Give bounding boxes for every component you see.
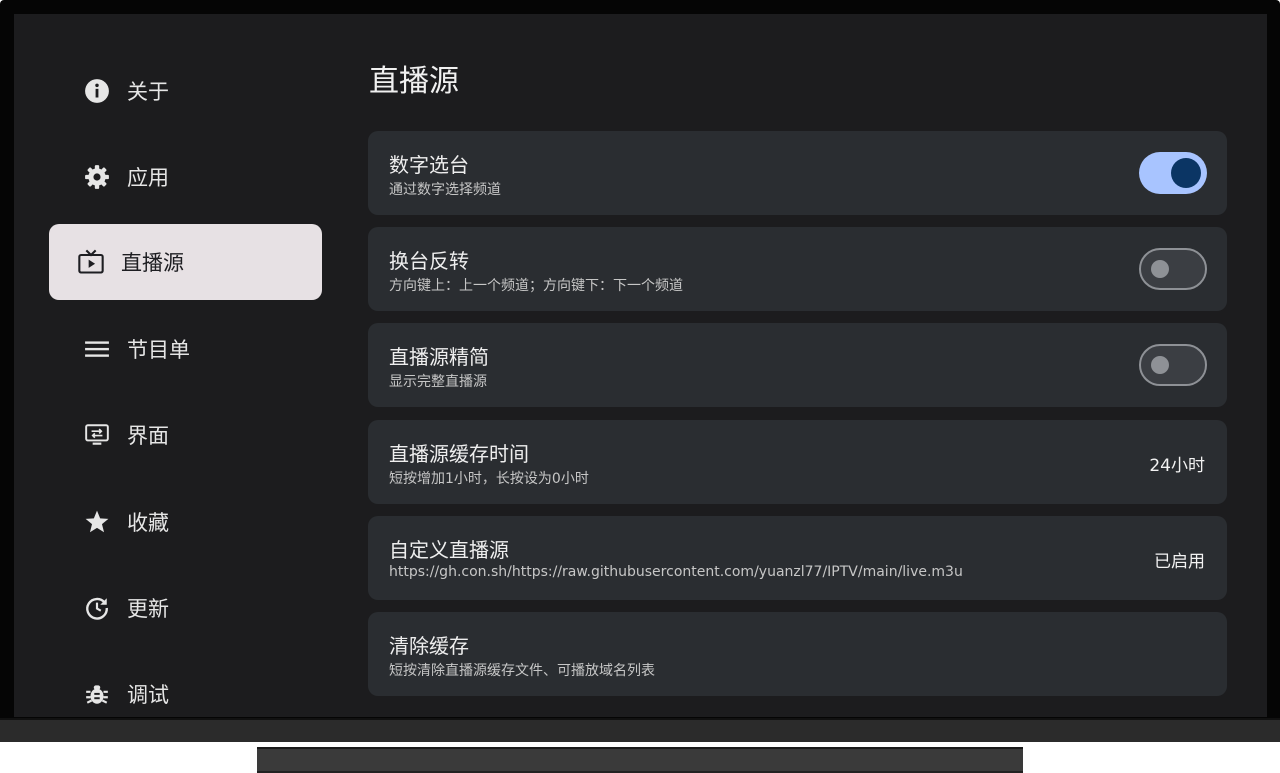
sidebar-item-update[interactable]: 更新 (49, 570, 322, 646)
toggle-knob (1171, 158, 1201, 188)
setting-clear-cache[interactable]: 清除缓存 短按清除直播源缓存文件、可播放域名列表 (368, 612, 1227, 696)
setting-custom-source[interactable]: 自定义直播源 https://gh.con.sh/https://raw.git… (368, 516, 1227, 600)
setting-source-simplify[interactable]: 直播源精简 显示完整直播源 (368, 323, 1227, 407)
setting-description: 短按增加1小时，长按设为0小时 (389, 471, 589, 487)
sidebar-item-live-source[interactable]: 直播源 (49, 224, 322, 300)
toggle-knob (1151, 356, 1169, 374)
setting-digit-select[interactable]: 数字选台 通过数字选择频道 (368, 131, 1227, 215)
setting-channel-reverse[interactable]: 换台反转 方向键上：上一个频道；方向键下：下一个频道 (368, 227, 1227, 311)
setting-title: 换台反转 (389, 249, 469, 273)
sidebar-item-label: 界面 (127, 424, 169, 448)
tv-icon (77, 248, 105, 276)
bug-icon (83, 680, 111, 708)
sidebar-item-favorites[interactable]: 收藏 (49, 484, 322, 560)
toggle-knob (1151, 260, 1169, 278)
sidebar-item-debug[interactable]: 调试 (49, 656, 322, 717)
star-icon (83, 508, 111, 536)
tv-screen: 关于 应用 直播源 节目单 界面 收藏 更新 调试 直播源 数字选台 通过数字选… (14, 14, 1267, 717)
setting-description: 短按清除直播源缓存文件、可播放域名列表 (389, 663, 655, 679)
sidebar-item-label: 更新 (127, 597, 169, 621)
setting-title: 数字选台 (389, 153, 469, 177)
sidebar-item-epg[interactable]: 节目单 (49, 311, 322, 387)
source-simplify-toggle[interactable] (1139, 344, 1207, 386)
sidebar-item-label: 调试 (127, 683, 169, 707)
cache-time-value: 24小时 (1149, 456, 1205, 476)
setting-cache-time[interactable]: 直播源缓存时间 短按增加1小时，长按设为0小时 24小时 (368, 420, 1227, 504)
sidebar-item-label: 关于 (127, 80, 169, 104)
sidebar-item-label: 节目单 (127, 338, 190, 362)
gear-icon (83, 163, 111, 191)
sidebar-item-label: 应用 (127, 166, 169, 190)
monitor-icon (83, 421, 111, 449)
page-title: 直播源 (369, 64, 459, 99)
tv-stand (257, 747, 1023, 773)
setting-title: 直播源缓存时间 (389, 442, 529, 466)
info-icon (83, 77, 111, 105)
setting-title: 直播源精简 (389, 345, 489, 369)
custom-source-status: 已启用 (1154, 552, 1205, 572)
setting-description: 方向键上：上一个频道；方向键下：下一个频道 (389, 278, 683, 294)
setting-description: https://gh.con.sh/https://raw.githubuser… (389, 564, 963, 580)
setting-description: 通过数字选择频道 (389, 182, 501, 198)
sidebar-item-about[interactable]: 关于 (49, 53, 322, 129)
sidebar: 关于 应用 直播源 节目单 界面 收藏 更新 调试 (14, 14, 354, 717)
menu-icon (83, 335, 111, 363)
update-icon (83, 594, 111, 622)
sidebar-item-ui[interactable]: 界面 (49, 397, 322, 473)
setting-title: 清除缓存 (389, 634, 469, 658)
tv-bezel (0, 718, 1280, 742)
sidebar-item-label: 收藏 (127, 511, 169, 535)
channel-reverse-toggle[interactable] (1139, 248, 1207, 290)
digit-select-toggle[interactable] (1139, 152, 1207, 194)
sidebar-item-app[interactable]: 应用 (49, 139, 322, 215)
setting-description: 显示完整直播源 (389, 374, 487, 390)
sidebar-item-label: 直播源 (121, 251, 184, 275)
setting-title: 自定义直播源 (389, 538, 509, 562)
